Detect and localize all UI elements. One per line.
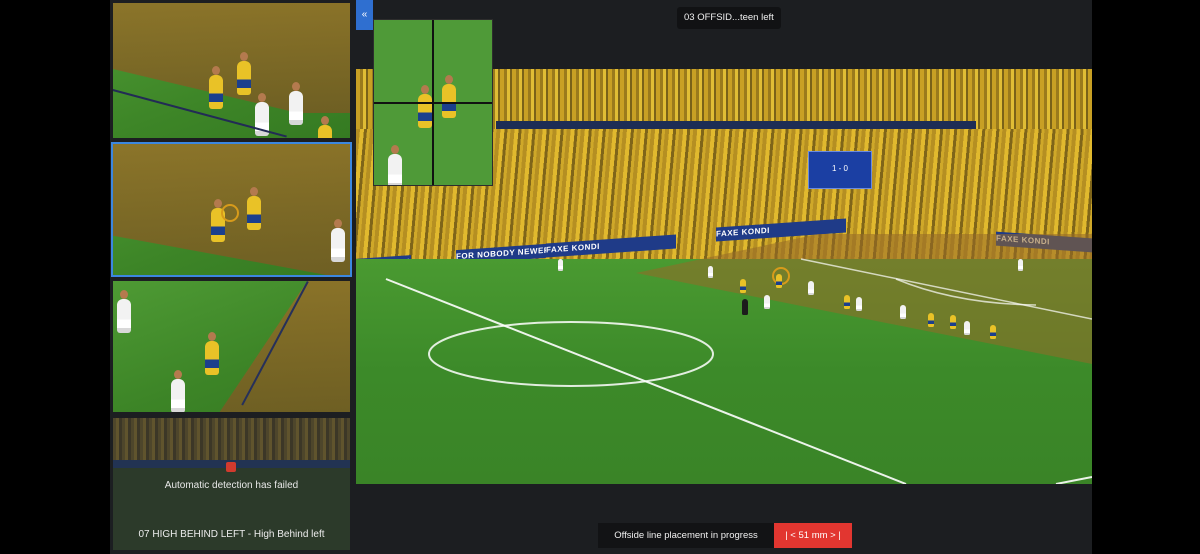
player (900, 305, 906, 319)
player (237, 52, 251, 95)
chevron-left-icon: « (361, 9, 368, 20)
camera-title: 03 OFFSID...teen left (677, 7, 781, 29)
crowd (113, 418, 350, 460)
player (171, 370, 185, 412)
player (928, 313, 934, 327)
player (742, 299, 748, 315)
player (964, 321, 970, 335)
crosshair-horizontal (374, 102, 492, 104)
player (418, 85, 432, 128)
camera-thumbnail-2[interactable] (111, 142, 352, 277)
player (388, 145, 402, 185)
offside-measure-button[interactable]: | < 51 mm > | (774, 523, 852, 548)
player (808, 281, 814, 295)
camera-thumbnail-1[interactable] (113, 3, 350, 138)
detection-failed-message: Automatic detection has failed (164, 480, 299, 491)
player (776, 274, 782, 288)
player (289, 82, 303, 125)
player (209, 66, 223, 109)
player (950, 315, 956, 329)
player (990, 325, 996, 339)
player (247, 187, 261, 230)
zoom-inset[interactable] (373, 19, 493, 186)
player (205, 332, 219, 375)
status-message: Offside line placement in progress (598, 523, 774, 548)
camera-thumbnail-3[interactable] (113, 281, 350, 412)
player (740, 279, 746, 293)
tracked-player-marker (221, 204, 239, 222)
player (844, 295, 850, 309)
collapse-panel-button[interactable]: « (356, 0, 373, 30)
player (856, 297, 862, 311)
player (331, 219, 345, 262)
player (442, 75, 456, 118)
player (1018, 259, 1023, 271)
player (117, 290, 131, 333)
detection-failed-marker (226, 462, 236, 472)
player (708, 266, 713, 278)
player (558, 259, 563, 271)
player (318, 116, 332, 138)
player (764, 295, 770, 309)
camera-label: 07 HIGH BEHIND LEFT - High Behind left (138, 529, 325, 540)
